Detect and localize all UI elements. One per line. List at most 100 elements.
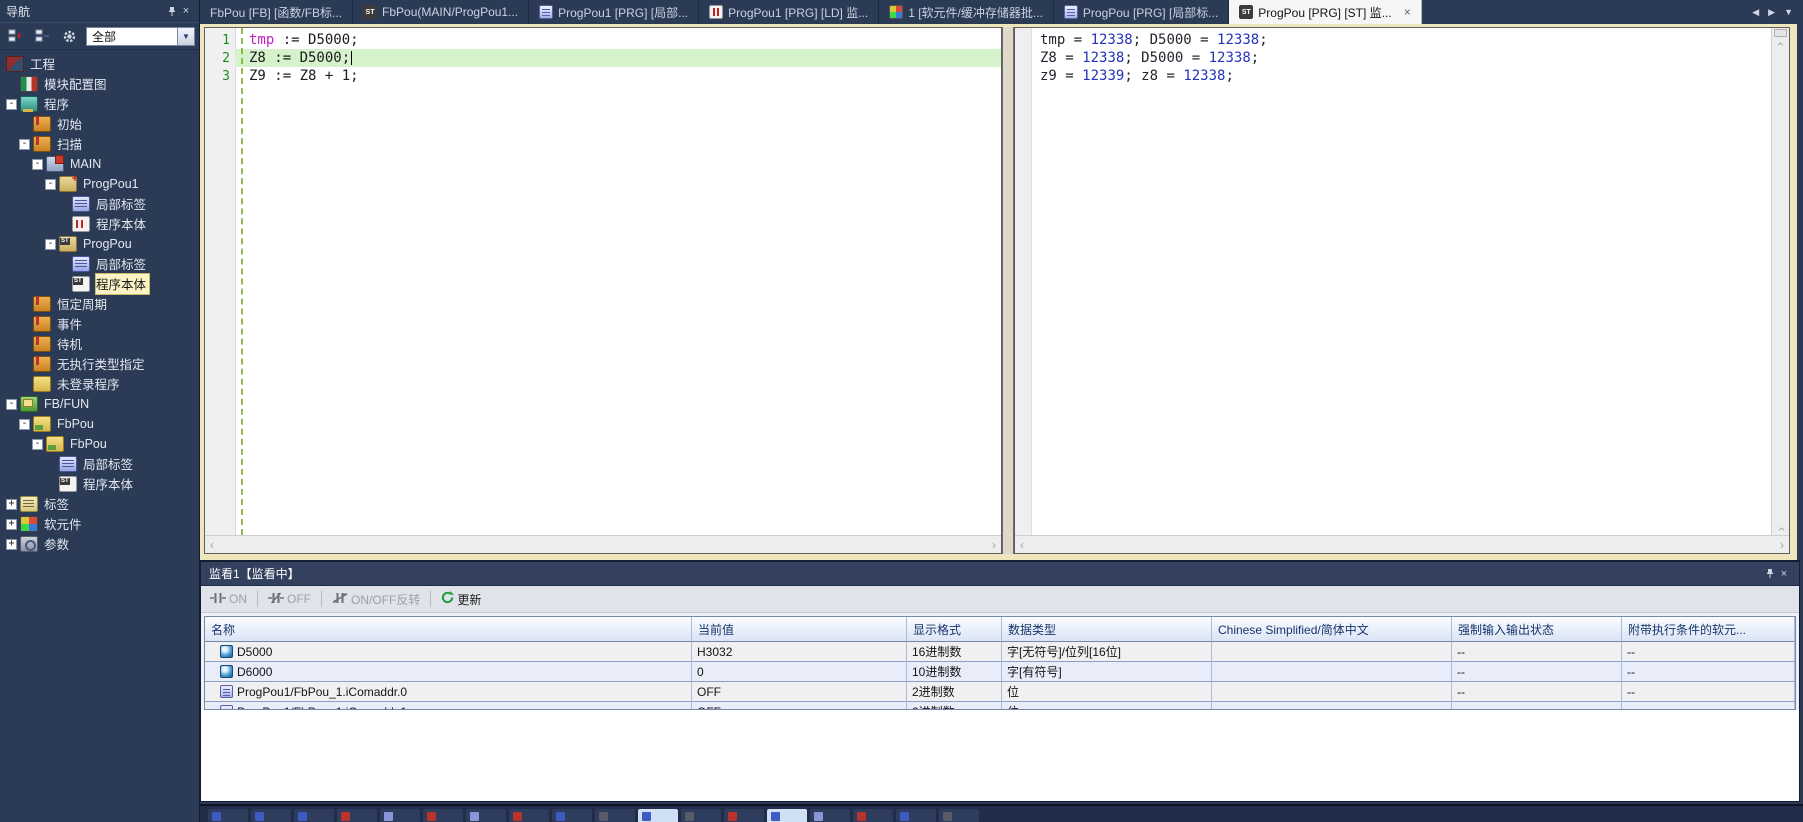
pin-icon[interactable] bbox=[165, 4, 179, 18]
collapse-tree-icon[interactable] bbox=[31, 25, 55, 47]
document-tab[interactable]: ProgPou1 [PRG] [LD] 监... bbox=[699, 0, 879, 24]
code-line-text[interactable]: Z8 := D5000; bbox=[235, 49, 1001, 67]
code-line-text[interactable]: tmp := D5000; bbox=[235, 31, 1001, 49]
st-code-editor[interactable]: 1tmp := D5000;2Z8 := D5000;3Z9 := Z8 + 1… bbox=[205, 28, 1001, 535]
document-tab[interactable]: ProgPou [PRG] [局部标... bbox=[1054, 0, 1229, 24]
window-tab-sliver[interactable] bbox=[380, 809, 420, 822]
window-tab-sliver[interactable] bbox=[294, 809, 334, 822]
chevron-down-icon[interactable]: ▼ bbox=[178, 27, 195, 46]
scroll-down-icon[interactable]: › bbox=[1776, 527, 1786, 531]
column-header[interactable]: 数据类型 bbox=[1002, 617, 1212, 642]
refresh-button[interactable]: 更新 bbox=[438, 590, 484, 609]
tree-expander-icon[interactable]: + bbox=[6, 519, 17, 530]
watch-dtype-cell[interactable]: 字[有符号] bbox=[1002, 662, 1212, 682]
tree-item[interactable]: +参数 bbox=[0, 534, 199, 554]
tree-expander-icon[interactable]: + bbox=[6, 539, 17, 550]
document-tab[interactable]: ProgPou1 [PRG] [局部... bbox=[529, 0, 699, 24]
tree-expander-icon[interactable]: - bbox=[45, 239, 56, 250]
window-tab-sliver[interactable] bbox=[509, 809, 549, 822]
code-line[interactable]: 2Z8 := D5000; bbox=[205, 49, 1001, 67]
window-tab-sliver[interactable] bbox=[939, 809, 979, 822]
tree-item[interactable]: 事件 bbox=[0, 314, 199, 334]
tab-scroll-left-icon[interactable]: ◀ bbox=[1752, 7, 1759, 18]
table-row[interactable]: ProgPou1/FbPou_1.iComaddr.1OFF2进制数位 ---- bbox=[205, 702, 1795, 710]
close-icon[interactable]: × bbox=[179, 4, 193, 18]
force-toggle-button[interactable]: ON/OFF反转 bbox=[329, 590, 423, 609]
watch-lang-cell[interactable] bbox=[1212, 702, 1452, 710]
document-tab[interactable]: 1 [软元件/缓冲存储器批... bbox=[879, 0, 1054, 24]
column-header[interactable]: 名称 bbox=[205, 617, 692, 642]
code-line-text[interactable]: Z9 := Z8 + 1; bbox=[235, 67, 1001, 85]
column-header[interactable]: 强制输入输出状态 bbox=[1452, 617, 1622, 642]
tree-item[interactable]: -FB/FUN bbox=[0, 394, 199, 414]
watch-name-cell[interactable]: ProgPou1/FbPou_1.iComaddr.1 bbox=[205, 702, 692, 710]
editor-splitter[interactable] bbox=[1002, 27, 1014, 554]
tree-expander-icon[interactable]: + bbox=[6, 499, 17, 510]
window-tab-sliver[interactable] bbox=[853, 809, 893, 822]
watch-value-cell[interactable]: H3032 bbox=[692, 642, 907, 662]
tree-expander-icon[interactable]: - bbox=[6, 399, 17, 410]
window-tab-sliver[interactable] bbox=[681, 809, 721, 822]
pin-icon[interactable] bbox=[1763, 567, 1777, 581]
window-tab-sliver[interactable] bbox=[423, 809, 463, 822]
tree-item[interactable]: 恒定周期 bbox=[0, 294, 199, 314]
watch-value-cell[interactable]: 0 bbox=[692, 662, 907, 682]
watch-cond-cell[interactable]: -- bbox=[1622, 642, 1795, 662]
tree-item[interactable]: -扫描 bbox=[0, 134, 199, 154]
tree-expander-icon[interactable]: - bbox=[32, 439, 43, 450]
window-tab-sliver[interactable] bbox=[552, 809, 592, 822]
monitor-vertical-scrollbar[interactable]: ‹ › bbox=[1771, 28, 1789, 535]
tab-close-icon[interactable]: × bbox=[1404, 5, 1411, 19]
tab-list-icon[interactable]: ▼ bbox=[1784, 7, 1793, 17]
watch-name-cell[interactable]: ProgPou1/FbPou_1.iComaddr.0 bbox=[205, 682, 692, 702]
force-on-button[interactable]: ON bbox=[207, 591, 250, 608]
table-row[interactable]: D6000010进制数字[有符号]---- bbox=[205, 662, 1795, 682]
tree-item[interactable]: -FbPou bbox=[0, 414, 199, 434]
tree-item[interactable]: -程序 bbox=[0, 94, 199, 114]
window-tab-sliver[interactable] bbox=[638, 809, 678, 822]
tree-item[interactable]: -MAIN bbox=[0, 154, 199, 174]
watch-force-cell[interactable]: -- bbox=[1452, 642, 1622, 662]
watch-cond-cell[interactable]: -- bbox=[1622, 702, 1795, 710]
tree-item[interactable]: 无执行类型指定 bbox=[0, 354, 199, 374]
watch-force-cell[interactable]: -- bbox=[1452, 682, 1622, 702]
tree-item[interactable]: +标签 bbox=[0, 494, 199, 514]
document-tab[interactable]: STProgPou [PRG] [ST] 监...× bbox=[1229, 0, 1421, 24]
window-tab-sliver[interactable] bbox=[724, 809, 764, 822]
watch-format-cell[interactable]: 2进制数 bbox=[907, 682, 1002, 702]
watch-lang-cell[interactable] bbox=[1212, 682, 1452, 702]
watch-format-cell[interactable]: 16进制数 bbox=[907, 642, 1002, 662]
tree-expander-icon[interactable]: - bbox=[6, 99, 17, 110]
tree-item[interactable]: 工程 bbox=[0, 54, 199, 74]
tree-filter-value[interactable]: 全部 bbox=[86, 27, 178, 46]
tree-item[interactable]: 局部标签 bbox=[0, 454, 199, 474]
watch-value-cell[interactable]: OFF bbox=[692, 682, 907, 702]
watch-dtype-cell[interactable]: 字[无符号]/位列[16位] bbox=[1002, 642, 1212, 662]
tree-expander-icon[interactable]: - bbox=[45, 179, 56, 190]
watch-name-cell[interactable]: D5000 bbox=[205, 642, 692, 662]
tree-item[interactable]: 模块配置图 bbox=[0, 74, 199, 94]
tree-item[interactable]: 程序本体 bbox=[0, 214, 199, 234]
watch-name-cell[interactable]: D6000 bbox=[205, 662, 692, 682]
table-row[interactable]: ProgPou1/FbPou_1.iComaddr.0OFF2进制数位---- bbox=[205, 682, 1795, 702]
watch-force-cell[interactable]: -- bbox=[1452, 662, 1622, 682]
watch-force-cell[interactable]: -- bbox=[1452, 702, 1622, 710]
document-tab[interactable]: FbPou [FB] [函数/FB标... bbox=[200, 0, 353, 24]
settings-gear-icon[interactable] bbox=[57, 25, 81, 47]
tab-scroll-right-icon[interactable]: ▶ bbox=[1768, 7, 1775, 18]
window-tab-sliver[interactable] bbox=[767, 809, 807, 822]
code-line[interactable]: 1tmp := D5000; bbox=[205, 31, 1001, 49]
window-tab-sliver[interactable] bbox=[810, 809, 850, 822]
watch-dtype-cell[interactable]: 位 bbox=[1002, 702, 1212, 710]
tree-expander-icon[interactable]: - bbox=[19, 419, 30, 430]
document-tab[interactable]: STFbPou(MAIN/ProgPou1... bbox=[353, 0, 529, 24]
column-header[interactable]: 当前值 bbox=[692, 617, 907, 642]
watch-value-cell[interactable]: OFF bbox=[692, 702, 907, 710]
tree-expander-icon[interactable]: - bbox=[19, 139, 30, 150]
tree-item[interactable]: -ProgPou1 bbox=[0, 174, 199, 194]
tree-item[interactable]: 初始 bbox=[0, 114, 199, 134]
watch-lang-cell[interactable] bbox=[1212, 642, 1452, 662]
watch-format-cell[interactable]: 2进制数 bbox=[907, 702, 1002, 710]
tree-item[interactable]: ST程序本体 bbox=[0, 274, 199, 294]
tree-item[interactable]: -STProgPou bbox=[0, 234, 199, 254]
